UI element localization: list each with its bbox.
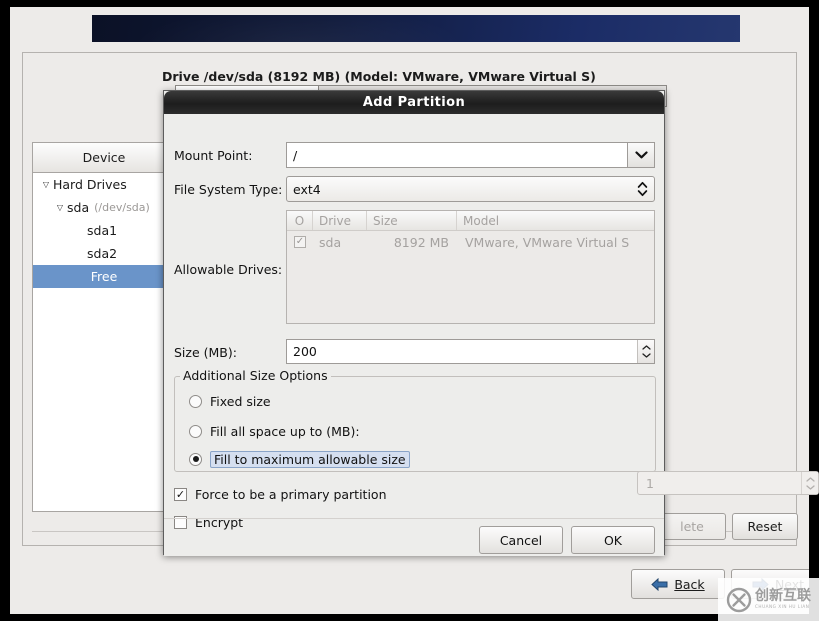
drive-title: Drive /dev/sda (8192 MB) (Model: VMware,… bbox=[162, 69, 596, 84]
cell-model: VMware, VMware Virtual S bbox=[465, 234, 630, 250]
tree-item-hard-drives[interactable]: ▽ Hard Drives bbox=[33, 173, 175, 196]
checkbox-checked-icon: ✓ bbox=[174, 487, 187, 501]
radio-fill-to-maximum-allowable-size[interactable]: Fill to maximum allowable size bbox=[189, 449, 410, 469]
checkbox-checked-icon: ✓ bbox=[294, 236, 306, 248]
checkbox-encrypt[interactable]: Encrypt bbox=[174, 512, 243, 532]
stepper-up-icon bbox=[641, 345, 651, 350]
mount-point-combobox[interactable]: / bbox=[286, 142, 655, 168]
checkbox-label: Encrypt bbox=[195, 514, 244, 530]
arrow-left-icon bbox=[651, 577, 668, 591]
column-header-drive[interactable]: Drive bbox=[313, 211, 367, 230]
tree-item-label: sda1 bbox=[87, 223, 118, 238]
fill-up-to-input[interactable]: 1 bbox=[638, 472, 801, 494]
radio-label: Fill all space up to (MB): bbox=[210, 423, 360, 439]
radio-label: Fixed size bbox=[210, 393, 271, 409]
chevron-down-icon[interactable]: ▽ bbox=[53, 203, 67, 212]
stepper-down-icon bbox=[641, 353, 651, 358]
tree-item-label: Hard Drives bbox=[53, 177, 127, 192]
watermark-english-text: CHUANG XIN HU LIAN bbox=[755, 604, 810, 610]
checkbox-force-primary-partition[interactable]: ✓ Force to be a primary partition bbox=[174, 484, 387, 504]
delete-button[interactable]: lete bbox=[658, 513, 726, 540]
chevron-up-down-icon[interactable] bbox=[630, 181, 654, 197]
chevron-down-icon[interactable]: ▽ bbox=[39, 180, 53, 189]
fill-up-to-stepper[interactable] bbox=[801, 472, 818, 494]
device-column-header: Device bbox=[33, 143, 175, 173]
size-input[interactable]: 200 bbox=[287, 340, 637, 363]
stepper-up-icon bbox=[805, 476, 815, 482]
radio-selected-icon bbox=[189, 452, 202, 466]
size-input-wrapper[interactable]: 200 bbox=[286, 339, 655, 364]
allowable-drives-label: Allowable Drives: bbox=[174, 262, 283, 277]
device-tree-panel: Device ▽ Hard Drives ▽ sda (/dev/sda) sd… bbox=[32, 142, 176, 512]
back-button[interactable]: Back bbox=[631, 569, 725, 599]
back-button-label: Back bbox=[674, 576, 705, 592]
size-stepper[interactable] bbox=[637, 340, 654, 363]
tree-item-sda2[interactable]: sda2 bbox=[33, 242, 175, 265]
ok-button[interactable]: OK bbox=[571, 526, 655, 554]
cell-drive: sda bbox=[319, 234, 342, 250]
column-header-select[interactable]: O bbox=[287, 211, 313, 230]
watermark: 创新互联 CHUANG XIN HU LIAN bbox=[718, 578, 819, 621]
watermark-chinese-text: 创新互联 bbox=[755, 588, 811, 605]
stepper-down-icon bbox=[805, 484, 815, 490]
tree-item-label: sda bbox=[67, 200, 90, 215]
tree-item-label: sda2 bbox=[87, 246, 118, 261]
column-header-size[interactable]: Size bbox=[367, 211, 457, 230]
checkbox-label: Force to be a primary partition bbox=[195, 486, 387, 502]
drives-list-header: O Drive Size Model bbox=[287, 211, 654, 231]
cancel-button[interactable]: Cancel bbox=[479, 526, 563, 554]
tree-item-free[interactable]: Free bbox=[33, 265, 175, 288]
tree-item-sda1[interactable]: sda1 bbox=[33, 219, 175, 242]
dialog-body: Mount Point: / File System Type: ext4 Al… bbox=[164, 114, 819, 556]
additional-size-options-group: Fixed size Fill all space up to (MB): Fi… bbox=[174, 376, 819, 495]
file-system-type-select[interactable]: ext4 bbox=[286, 176, 655, 202]
banner-sheen bbox=[92, 15, 740, 42]
watermark-logo-icon bbox=[726, 587, 752, 612]
mount-point-label: Mount Point: bbox=[174, 148, 253, 163]
file-system-type-value: ext4 bbox=[293, 181, 321, 197]
tree-item-sda[interactable]: ▽ sda (/dev/sda) bbox=[33, 196, 175, 219]
table-row[interactable]: ✓ sda 8192 MB VMware, VMware Virtual S bbox=[287, 231, 654, 253]
mount-point-input[interactable]: / bbox=[286, 142, 627, 168]
top-banner bbox=[92, 15, 740, 42]
radio-fill-all-space-up-to[interactable]: Fill all space up to (MB): bbox=[189, 421, 360, 441]
allowable-drives-list[interactable]: O Drive Size Model ✓ sda 8192 MB VMware,… bbox=[286, 210, 655, 324]
additional-size-options-title: Additional Size Options bbox=[180, 368, 331, 383]
drive-select-checkbox[interactable]: ✓ bbox=[287, 236, 313, 248]
size-label: Size (MB): bbox=[174, 345, 237, 360]
reset-button[interactable]: Reset bbox=[732, 513, 798, 540]
dialog-title-bar: Add Partition bbox=[164, 91, 664, 114]
chevron-down-icon[interactable] bbox=[627, 142, 655, 168]
add-partition-dialog: Add Partition Mount Point: / File System… bbox=[163, 90, 819, 556]
cell-size: 8192 MB bbox=[393, 234, 449, 250]
radio-label: Fill to maximum allowable size bbox=[210, 450, 410, 468]
fill-up-to-input-wrapper[interactable]: 1 bbox=[637, 471, 819, 495]
radio-unselected-icon bbox=[189, 394, 202, 408]
tree-item-detail: (/dev/sda) bbox=[94, 201, 150, 214]
radio-fixed-size[interactable]: Fixed size bbox=[189, 391, 271, 411]
tree-item-label: Free bbox=[90, 269, 118, 284]
radio-unselected-icon bbox=[189, 424, 202, 438]
column-header-model[interactable]: Model bbox=[457, 211, 654, 230]
dialog-separator bbox=[164, 518, 664, 519]
file-system-type-label: File System Type: bbox=[174, 182, 283, 197]
